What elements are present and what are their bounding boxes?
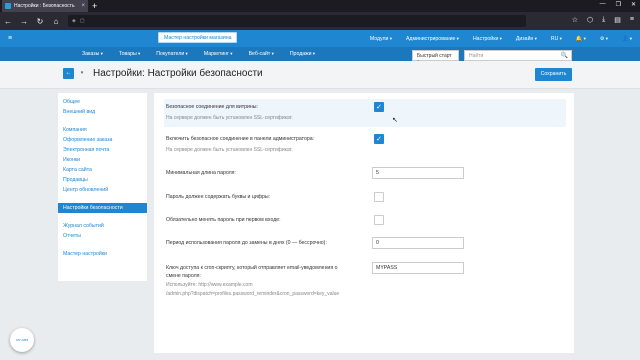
page-title: Настройки: Настройки безопасности: [93, 68, 263, 79]
sidebar-item-sitemap[interactable]: Карта сайта: [58, 165, 147, 175]
tab-close-icon[interactable]: ×: [81, 3, 85, 9]
setting-label: Период использования пароля до замены в …: [166, 240, 327, 246]
sidebar-item-event-log[interactable]: Журнал событий: [58, 221, 147, 231]
nav-customers[interactable]: Покупатели: [156, 51, 188, 57]
browser-toolbar: ← → ↻ ⌂ ◈ ▢ ☆ ⬡ ⤓ ▤ ≡: [0, 12, 640, 30]
secure-storefront-checkbox[interactable]: ✓: [374, 102, 384, 112]
shield-icon: ◈: [72, 18, 76, 24]
setting-label: Пароль должен содержать буквы и цифры:: [166, 194, 271, 200]
nav-sales[interactable]: Продажи: [290, 51, 315, 57]
setting-hint: На сервере должен быть установлен SSL-се…: [166, 115, 293, 121]
address-bar[interactable]: ◈ ▢: [68, 15, 526, 27]
secure-admin-checkbox[interactable]: ✓: [374, 134, 384, 144]
setting-label: Обязательно менять пароль при первом вхо…: [166, 217, 281, 223]
sidebar-item-email[interactable]: Электронная почта: [58, 145, 147, 155]
nav-modules[interactable]: Модули: [370, 36, 392, 42]
sidebar-item-appearance[interactable]: Внешний вид: [58, 107, 147, 117]
search-icon[interactable]: 🔍: [561, 52, 568, 59]
setting-label: Ключ доступа к cron-скрипту, который отп…: [166, 265, 338, 279]
settings-sidebar: Общее Внешний вид Компания Оформление за…: [58, 93, 147, 281]
sidebar-item-upgrade-center[interactable]: Центр обновлений: [58, 185, 147, 195]
browser-tab-bar: Настройки : Безопасность × + — ❐ ✕: [0, 0, 640, 12]
user-icon[interactable]: 👤: [622, 36, 632, 42]
save-button[interactable]: Сохранить: [535, 68, 572, 81]
admin-menu-icon[interactable]: ≡: [8, 35, 28, 42]
sidebar-item-general[interactable]: Общее: [58, 97, 147, 107]
setting-hint: На сервере должен быть установлен SSL-се…: [166, 147, 293, 153]
download-icon[interactable]: ⤓: [602, 16, 605, 24]
maximize-icon[interactable]: ❐: [616, 1, 621, 8]
setup-wizard-button[interactable]: Мастер настройки магазина: [158, 32, 238, 43]
mouse-cursor-icon: ↖: [392, 117, 398, 124]
cron-hint-line1: Используйте: http://www.example.com: [166, 282, 253, 288]
settings-panel: Безопасное соединение для витрины: На се…: [154, 93, 574, 353]
nav-administration[interactable]: Администрирование: [406, 36, 459, 42]
setting-min-password-length: Минимальная длина пароля: 5: [164, 166, 566, 182]
top-nav-right: Модули Администрирование Настройки Дизай…: [370, 30, 632, 47]
nav-settings[interactable]: Настройки: [473, 36, 502, 42]
cron-key-input[interactable]: MYPASS: [372, 262, 464, 274]
pocket-icon[interactable]: ⬡: [587, 16, 593, 24]
cron-hint-line2: /admin.php?dispatch=profiles.password_re…: [166, 291, 340, 297]
gear-icon[interactable]: ⚙: [600, 36, 608, 42]
sidebar-divider: [58, 241, 147, 249]
close-window-icon[interactable]: ✕: [631, 1, 636, 8]
quick-start-select[interactable]: Быстрый старт: [412, 50, 459, 61]
setting-secure-admin: Включить безопасное соединение в панели …: [164, 131, 566, 157]
menu-icon[interactable]: ≡: [630, 16, 634, 24]
back-arrow-icon[interactable]: ←: [4, 17, 12, 26]
minimize-icon[interactable]: —: [600, 1, 606, 8]
window-controls: — ❐ ✕: [600, 1, 636, 8]
sidebar-item-vendors[interactable]: Продавцы: [58, 175, 147, 185]
password-expiry-input[interactable]: 0: [372, 237, 464, 249]
sidebar-item-security[interactable]: Настройки безопасности: [58, 203, 147, 213]
favicon-icon: [5, 3, 11, 9]
forward-arrow-icon[interactable]: →: [20, 17, 28, 26]
sidebar-item-setup-wizard[interactable]: Мастер настройки: [58, 249, 147, 259]
library-icon[interactable]: ▤: [614, 16, 621, 24]
lock-icon: ▢: [79, 18, 85, 24]
sidebar-divider: [58, 213, 147, 221]
setting-secure-storefront: Безопасное соединение для витрины: На се…: [164, 99, 566, 127]
toolbar-icons: ☆ ⬡ ⤓ ▤ ≡: [572, 16, 634, 24]
bell-icon[interactable]: 🔔: [576, 36, 586, 42]
sidebar-item-reports[interactable]: Отчеты: [58, 231, 147, 241]
search-input[interactable]: Найти 🔍: [464, 50, 572, 61]
browser-tab[interactable]: Настройки : Безопасность ×: [2, 0, 88, 12]
browser-tab-title: Настройки : Безопасность: [14, 3, 75, 9]
home-icon[interactable]: ⌂: [52, 17, 60, 26]
reload-icon[interactable]: ↻: [36, 17, 44, 26]
nav-design[interactable]: Дизайн: [516, 36, 537, 42]
helpdesk-widget-button[interactable]: cs·cart: [10, 328, 34, 352]
sidebar-item-checkout[interactable]: Оформление заказа: [58, 135, 147, 145]
language-selector[interactable]: RU: [551, 36, 562, 42]
bookmark-star-icon[interactable]: ☆: [572, 16, 578, 24]
setting-label: Минимальная длина пароля:: [166, 170, 236, 176]
setting-cron-key: Ключ доступа к cron-скрипту, который отп…: [164, 261, 566, 301]
sidebar-item-company[interactable]: Компания: [58, 125, 147, 135]
sidebar-divider: [58, 195, 147, 203]
nav-orders[interactable]: Заказы: [82, 51, 103, 57]
setting-password-expiry: Период использования пароля до замены в …: [164, 236, 566, 252]
sidebar-item-icons[interactable]: Иконки: [58, 155, 147, 165]
admin-top-nav: ≡ Модули Администрирование Настройки Диз…: [0, 30, 640, 47]
setting-letters-and-digits: Пароль должен содержать буквы и цифры:: [164, 191, 566, 205]
nav-marketing[interactable]: Маркетинг: [204, 51, 233, 57]
nav-products[interactable]: Товары: [119, 51, 140, 57]
change-on-first-login-checkbox[interactable]: [374, 215, 384, 225]
setting-label: Безопасное соединение для витрины:: [166, 104, 258, 110]
sidebar-divider: [58, 117, 147, 125]
search-placeholder: Найти: [469, 53, 484, 59]
setting-change-on-first-login: Обязательно менять пароль при первом вхо…: [164, 214, 566, 228]
letters-and-digits-checkbox[interactable]: [374, 192, 384, 202]
back-icon[interactable]: ←: [63, 68, 74, 79]
setting-label: Включить безопасное соединение в панели …: [166, 136, 315, 142]
new-tab-button[interactable]: +: [92, 1, 97, 11]
chevron-down-icon[interactable]: ▾: [78, 68, 86, 79]
min-password-length-input[interactable]: 5: [372, 167, 464, 179]
nav-website[interactable]: Веб-сайт: [249, 51, 274, 57]
